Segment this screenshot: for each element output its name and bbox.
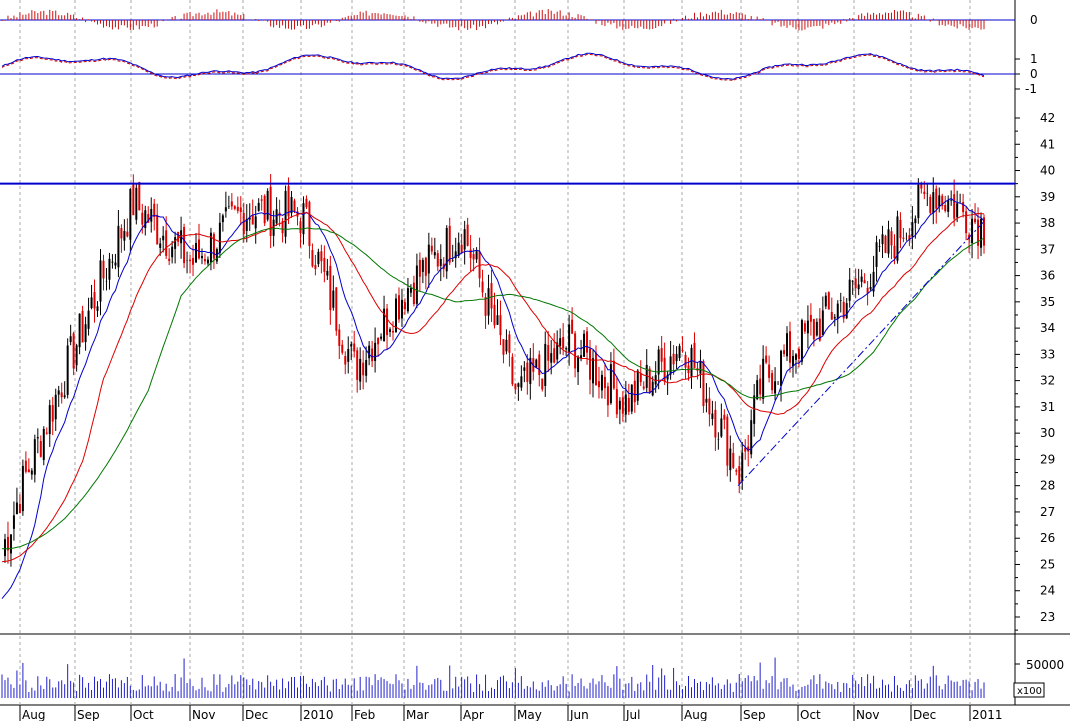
histogram-panel bbox=[0, 9, 1015, 31]
axis-labels: Aug Sep Oct Nov Dec 2010 Feb Mar Apr May Jun Jul Aug… bbox=[19, 13, 1064, 722]
x-tick-label: Oct bbox=[133, 708, 154, 721]
oscillator-panel bbox=[0, 52, 1015, 82]
moving-average-line bbox=[1, 197, 985, 599]
x-tick-label: Oct bbox=[800, 708, 821, 721]
x-tick-label: Mar bbox=[406, 708, 429, 721]
y-tick-label: 33 bbox=[1040, 347, 1055, 361]
volume-unit-label: x100 bbox=[1017, 686, 1042, 697]
x-tick-label: Sep bbox=[77, 708, 100, 721]
y-tick-label: 41 bbox=[1040, 137, 1055, 151]
x-tick-label: May bbox=[517, 708, 542, 721]
y-tick-label: 27 bbox=[1040, 505, 1055, 519]
x-tick-label: Jun bbox=[569, 708, 589, 721]
y-tick-label: 1 bbox=[1030, 52, 1038, 66]
x-tick-label: Aug bbox=[684, 708, 707, 721]
x-tick-label: Aug bbox=[22, 708, 45, 721]
y-tick-label: 35 bbox=[1040, 295, 1055, 309]
y-tick-label: 39 bbox=[1040, 190, 1055, 204]
volume-panel bbox=[1, 657, 985, 698]
y-tick-label: 36 bbox=[1040, 269, 1055, 283]
y-tick-label: 32 bbox=[1040, 374, 1055, 388]
y-tick-label: 0 bbox=[1030, 13, 1038, 27]
y-tick-label: 40 bbox=[1040, 164, 1055, 178]
y-tick-label: 26 bbox=[1040, 531, 1055, 545]
x-tick-label: Nov bbox=[856, 708, 879, 721]
y-tick-label: -1 bbox=[1025, 82, 1037, 96]
y-tick-label: 50000 bbox=[1026, 658, 1064, 672]
y-tick-label: 34 bbox=[1040, 321, 1055, 335]
x-tick-label: 2010 bbox=[303, 708, 334, 721]
y-tick-label: 23 bbox=[1040, 610, 1055, 624]
y-tick-label: 0 bbox=[1030, 67, 1038, 81]
x-tick-label: Dec bbox=[245, 708, 268, 721]
oscillator-line bbox=[1, 52, 985, 80]
x-tick-label: Sep bbox=[743, 708, 766, 721]
oscillator-signal-line bbox=[1, 53, 985, 82]
x-tick-label: Feb bbox=[354, 708, 375, 721]
y-tick-label: 29 bbox=[1040, 452, 1055, 466]
y-tick-label: 25 bbox=[1040, 557, 1055, 571]
y-tick-label: 28 bbox=[1040, 479, 1055, 493]
price-panel bbox=[0, 174, 1015, 599]
stock-chart: Aug Sep Oct Nov Dec 2010 Feb Mar Apr May Jun Jul Aug… bbox=[0, 0, 1070, 722]
grid-lines bbox=[19, 0, 971, 705]
panel-frames bbox=[0, 0, 1070, 706]
y-tick-label: 24 bbox=[1040, 584, 1055, 598]
x-tick-label: Jul bbox=[625, 708, 640, 721]
y-tick-label: 42 bbox=[1040, 111, 1055, 125]
x-tick-label: Dec bbox=[913, 708, 936, 721]
y-tick-label: 38 bbox=[1040, 216, 1055, 230]
chart-canvas: Aug Sep Oct Nov Dec 2010 Feb Mar Apr May Jun Jul Aug… bbox=[0, 0, 1070, 722]
x-tick-label: Apr bbox=[463, 708, 484, 721]
y-tick-label: 31 bbox=[1040, 400, 1055, 414]
y-tick-label: 37 bbox=[1040, 242, 1055, 256]
x-tick-label: 2011 bbox=[972, 708, 1003, 721]
support-trendline bbox=[737, 220, 986, 487]
x-tick-label: Nov bbox=[192, 708, 215, 721]
y-tick-label: 30 bbox=[1040, 426, 1055, 440]
moving-average-line bbox=[2, 227, 985, 550]
